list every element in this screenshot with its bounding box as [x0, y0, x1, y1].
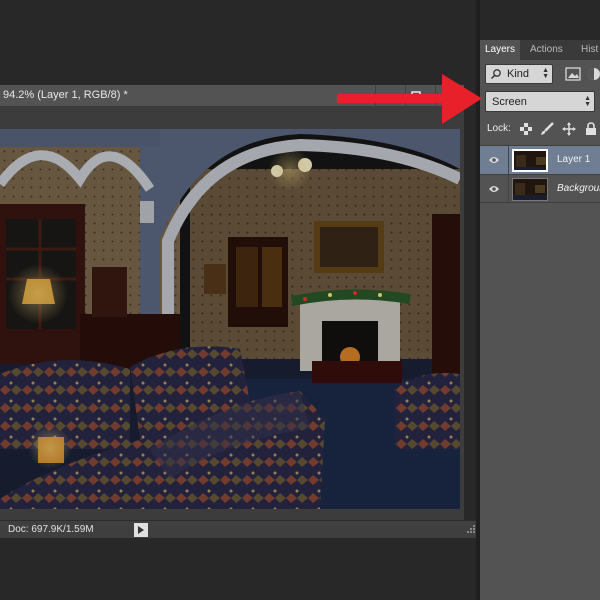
- lock-label: Lock:: [487, 123, 511, 134]
- document-canvas[interactable]: [0, 107, 464, 520]
- document-title[interactable]: 94.2% (Layer 1, RGB/8) *: [3, 89, 128, 101]
- blend-row: Screen ▲ ▼: [485, 91, 595, 112]
- panel-tab-strip: Layers Actions Hist: [480, 40, 600, 60]
- layer-thumbnail[interactable]: [512, 178, 548, 201]
- adjustment-filter-icon[interactable]: [586, 67, 600, 81]
- lock-move-icon[interactable]: [562, 122, 576, 136]
- search-icon: [490, 69, 501, 80]
- visibility-separator: [508, 146, 509, 175]
- layer-thumbnail-image: [514, 151, 546, 170]
- lock-all-icon[interactable]: [584, 122, 598, 136]
- layer-thumbnail-image: [513, 179, 547, 200]
- nav-arrow-icon[interactable]: [134, 523, 148, 537]
- image-filter-icon[interactable]: [565, 67, 581, 81]
- resize-grip-icon[interactable]: [466, 524, 476, 534]
- eye-icon[interactable]: [488, 184, 500, 194]
- visibility-separator: [508, 175, 509, 204]
- layer-row-layer-1[interactable]: Layer 1: [480, 145, 600, 175]
- layer-name[interactable]: Layer 1: [557, 154, 590, 165]
- layer-name[interactable]: Background: [557, 183, 600, 194]
- chevron-updown-icon: ▲ ▼: [542, 67, 549, 80]
- layer-row-background[interactable]: Background: [480, 174, 600, 204]
- filter-kind-value: Kind: [507, 68, 530, 80]
- red-arrow-annotation: [337, 74, 482, 124]
- lock-paint-icon[interactable]: [540, 122, 554, 136]
- blend-mode-select[interactable]: Screen ▲ ▼: [485, 91, 595, 112]
- blend-mode-value: Screen: [492, 96, 527, 108]
- photoshop-workspace: 94.2% (Layer 1, RGB/8) * Doc: 697.9K/1.5…: [0, 0, 600, 600]
- filter-row: Kind ▲ ▼: [485, 64, 600, 86]
- eye-icon[interactable]: [488, 155, 500, 165]
- layer-thumbnail[interactable]: [512, 149, 548, 172]
- photo-layer-image: [0, 129, 460, 509]
- tab-layers[interactable]: Layers: [480, 40, 521, 60]
- lock-transparent-icon[interactable]: [519, 122, 533, 136]
- status-bar: Doc: 697.9K/1.59M: [0, 520, 480, 538]
- tab-actions[interactable]: Actions: [525, 40, 568, 60]
- filter-kind-select[interactable]: Kind ▲ ▼: [485, 64, 553, 84]
- tab-history[interactable]: Hist: [576, 40, 600, 60]
- layers-panel: Layers Actions Hist Kind ▲ ▼ Screen ▲ ▼ …: [480, 40, 600, 600]
- chevron-updown-icon: ▲ ▼: [584, 95, 591, 108]
- document-size-readout[interactable]: Doc: 697.9K/1.59M: [8, 524, 94, 535]
- lock-row: Lock:: [480, 119, 600, 139]
- room-photo: [0, 129, 460, 509]
